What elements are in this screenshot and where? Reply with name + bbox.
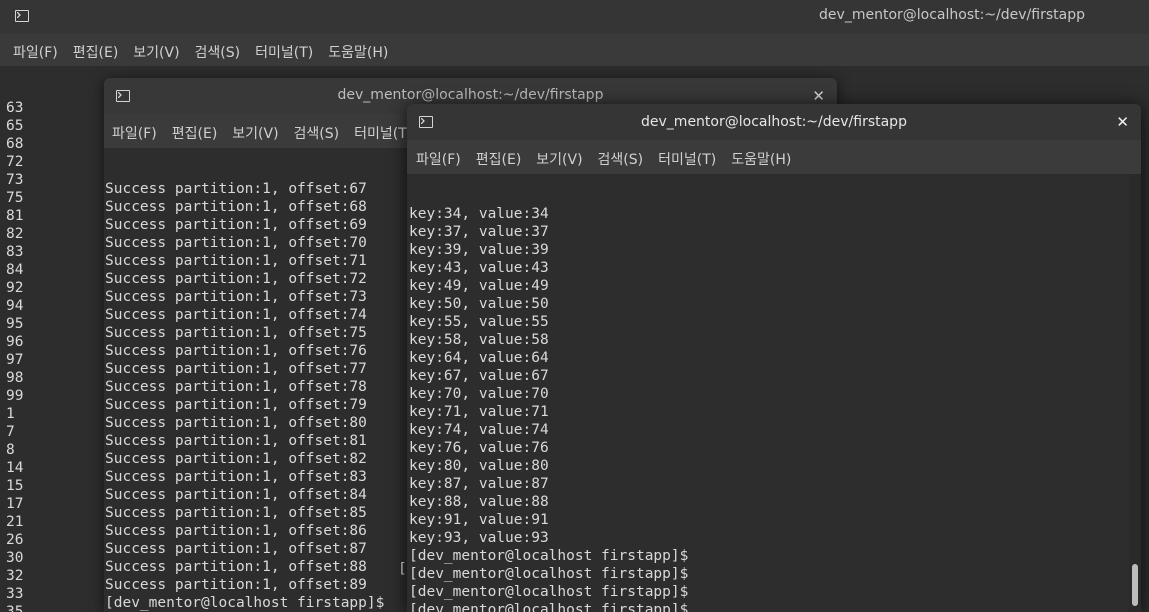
output-line: key:34, value:34 [409, 206, 549, 222]
menu-item[interactable]: 파일(F) [416, 149, 461, 169]
output-line: key:50, value:50 [409, 296, 549, 312]
output-line: key:55, value:55 [409, 314, 549, 330]
scrollbar-thumb[interactable] [1132, 564, 1138, 606]
menu-item[interactable]: 도움말(H) [731, 149, 791, 169]
menu-item[interactable]: 터미널(T) [255, 42, 313, 62]
output-line: key:39, value:39 [409, 242, 549, 258]
output-line: key:70, value:70 [409, 386, 549, 402]
menu-item[interactable]: 보기(V) [133, 42, 179, 62]
output-line: key:67, value:67 [409, 368, 549, 384]
menu-item[interactable]: 파일(F) [13, 42, 58, 62]
front-titlebar[interactable]: dev_mentor@localhost:~/dev/firstapp ✕ [407, 104, 1141, 140]
output-line: [dev_mentor@localhost firstapp]$ [409, 566, 689, 582]
output-line: key:87, value:87 [409, 476, 549, 492]
menu-item[interactable]: 검색(S) [598, 149, 644, 169]
back-window-title: dev_mentor@localhost:~/dev/firstapp [819, 7, 1085, 23]
output-line: key:49, value:49 [409, 278, 549, 294]
menu-item[interactable]: 터미널(T) [354, 123, 412, 143]
vertical-scrollbar[interactable] [1129, 174, 1141, 612]
back-menubar: 파일(F) 편집(E) 보기(V) 검색(S) 터미널(T) 도움말(H) [0, 34, 1149, 66]
menu-item[interactable]: 보기(V) [536, 149, 582, 169]
middle-window-title: dev_mentor@localhost:~/dev/firstapp [337, 87, 604, 103]
output-line: key:80, value:80 [409, 458, 549, 474]
menu-item[interactable]: 편집(E) [172, 123, 218, 143]
back-titlebar[interactable]: dev_mentor@localhost:~/dev/firstapp [0, 0, 1149, 34]
output-line: key:88, value:88 [409, 494, 549, 510]
output-line: key:91, value:91 [409, 512, 549, 528]
output-line: key:76, value:76 [409, 440, 549, 456]
output-line: key:58, value:58 [409, 332, 549, 348]
front-menubar: 파일(F) 편집(E) 보기(V) 검색(S) 터미널(T) 도움말(H) [407, 140, 1141, 174]
output-line: key:71, value:71 [409, 404, 549, 420]
menu-item[interactable]: 보기(V) [232, 123, 278, 143]
menu-item[interactable]: 편집(E) [73, 42, 119, 62]
menu-item[interactable]: 검색(S) [195, 42, 241, 62]
output-line: key:64, value:64 [409, 350, 549, 366]
output-line: [dev_mentor@localhost firstapp]$ [409, 602, 689, 612]
output-line: key:43, value:43 [409, 260, 549, 276]
front-terminal-window[interactable]: dev_mentor@localhost:~/dev/firstapp ✕ 파일… [407, 104, 1141, 612]
front-window-title: dev_mentor@localhost:~/dev/firstapp [641, 114, 907, 130]
output-line: [dev_mentor@localhost firstapp]$ [409, 548, 689, 564]
partial-prompt: [ [398, 561, 407, 577]
menu-item[interactable]: 파일(F) [112, 123, 157, 143]
output-line: key:93, value:93 [409, 530, 549, 546]
output-line: key:74, value:74 [409, 422, 549, 438]
menu-item[interactable]: 편집(E) [476, 149, 522, 169]
menu-item[interactable]: 검색(S) [294, 123, 340, 143]
output-line: key:37, value:37 [409, 224, 549, 240]
terminal-icon [15, 10, 29, 22]
output-line: [dev_mentor@localhost firstapp]$ [409, 584, 689, 600]
menu-item[interactable]: 터미널(T) [658, 149, 716, 169]
front-terminal-output[interactable]: key:34, value:34 key:37, value:37 key:39, … [407, 174, 1129, 612]
close-icon[interactable]: ✕ [1116, 114, 1129, 130]
close-icon[interactable]: ✕ [812, 88, 825, 104]
menu-item[interactable]: 도움말(H) [328, 42, 388, 62]
